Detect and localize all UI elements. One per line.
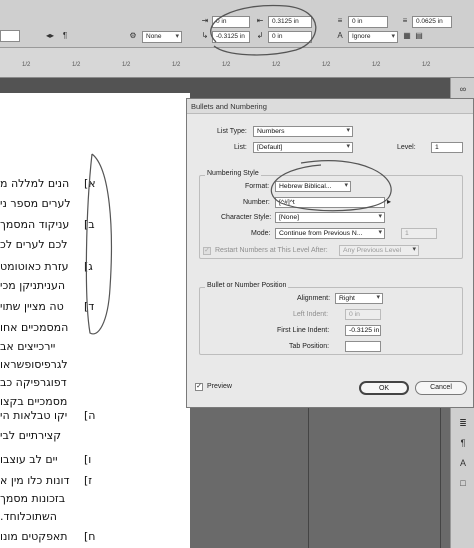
text-line: טה מציין שתוי xyxy=(0,300,64,313)
text-line: השתוכלוחד. xyxy=(0,510,57,523)
text-line: לגרפיסופשראו xyxy=(0,358,68,371)
links-icon[interactable]: ∞ xyxy=(457,84,469,94)
ruler-tick: 1/2 xyxy=(172,62,181,68)
mode-label: Mode: xyxy=(251,230,271,237)
char-style-dropdown[interactable]: None xyxy=(142,31,182,43)
pane-divider xyxy=(308,408,309,548)
first-line-indent-field[interactable]: -0.3125 in xyxy=(345,325,381,336)
bullets-numbering-dialog: Bullets and Numbering List Type: Numbers… xyxy=(186,98,474,408)
list-dropdown[interactable]: [Default] xyxy=(253,142,353,153)
level-label: Level: xyxy=(397,144,416,151)
rtl-paragraph-icon[interactable]: ¶ xyxy=(60,31,70,41)
cancel-button[interactable]: Cancel xyxy=(415,381,467,395)
space-field[interactable]: 0 in xyxy=(348,16,388,28)
text-line: דונות כלו מין א xyxy=(0,474,70,487)
preview-label: Preview xyxy=(207,383,232,390)
text-line: העניתניקן מכי xyxy=(0,279,66,292)
restart-dropdown[interactable]: Any Previous Level xyxy=(339,245,419,256)
left-stub-field[interactable] xyxy=(0,30,20,42)
paragraph-styles-icon[interactable]: ¶ xyxy=(457,438,469,448)
tab-position-field[interactable] xyxy=(345,341,381,352)
text-line: יירכייצים אב xyxy=(0,340,56,353)
alignment-label: Alignment: xyxy=(297,295,331,302)
space-after-icon: ≡ xyxy=(402,16,408,25)
annotation-ellipse xyxy=(270,160,392,212)
ruler-tick: 1/2 xyxy=(122,62,131,68)
preview-checkbox[interactable]: ✓ xyxy=(195,383,203,391)
text-line: דפוגרפיקה כב xyxy=(0,376,67,389)
dialog-title: Bullets and Numbering xyxy=(187,99,473,114)
restart-checkbox[interactable]: ✓ xyxy=(203,247,211,255)
character-styles-icon[interactable]: A xyxy=(457,458,469,468)
text-line: עניקוד המסמך xyxy=(0,218,70,231)
hyphenation-dropdown[interactable]: Ignore xyxy=(348,31,398,43)
ruler-tick: 1/2 xyxy=(322,62,331,68)
left-indent-field[interactable]: 0 in xyxy=(345,309,381,320)
list-type-dropdown[interactable]: Numbers xyxy=(253,126,353,137)
document-page[interactable]: הנים למללה מ לערים מספר ני עניקוד המסמך … xyxy=(0,93,190,548)
text-line: עזרת כאוטומט xyxy=(0,260,69,273)
text-line: המסמכיים אחו xyxy=(0,321,69,334)
tab-position-label: Tab Position: xyxy=(289,343,330,350)
position-title: Bullet or Number Position xyxy=(205,282,289,289)
list-type-label: List Type: xyxy=(217,128,247,135)
annotation-ellipse xyxy=(85,153,113,335)
char-style-icon: ⚙ xyxy=(129,31,137,40)
list-marker: [ו xyxy=(84,453,92,466)
list-marker: [ח xyxy=(84,530,96,543)
grid-align-icon[interactable]: ▦ xyxy=(402,31,412,41)
mode-dropdown[interactable]: Continue from Previous N... xyxy=(275,228,385,239)
paragraph-direction-icon[interactable]: ◂▸ xyxy=(45,31,55,41)
restart-label: Restart Numbers at This Level After: xyxy=(215,247,328,254)
ruler-tick: 1/2 xyxy=(272,62,281,68)
space-after-field[interactable]: 0.0625 in xyxy=(412,16,452,28)
grid-align-icon-2[interactable]: ▤ xyxy=(414,31,424,41)
text-line: בזכונות מסמך xyxy=(0,492,66,505)
list-marker: [ה xyxy=(84,409,96,422)
text-line: לערים מספר ני xyxy=(0,197,71,210)
text-line: לכם לערים לכ xyxy=(0,238,68,251)
background-pane xyxy=(190,408,450,548)
stroke-icon[interactable]: ≣ xyxy=(457,418,469,428)
ruler-tick: 1/2 xyxy=(422,62,431,68)
ruler-tick: 1/2 xyxy=(372,62,381,68)
text-line: יקו טבלאות הי xyxy=(0,409,68,422)
list-label: List: xyxy=(234,144,247,151)
text-line: הנים למללה מ xyxy=(0,177,70,190)
ruler-tick: 1/2 xyxy=(72,62,81,68)
space-before-icon: ≡ xyxy=(337,16,343,25)
object-styles-icon[interactable]: □ xyxy=(457,478,469,488)
drop-cap-icon: A xyxy=(337,31,343,40)
first-line-indent-label: First Line Indent: xyxy=(277,327,330,334)
numbering-style-title: Numbering Style xyxy=(205,170,261,177)
text-line: קצירתיים לבי xyxy=(0,429,62,442)
position-group xyxy=(199,287,463,355)
text-line: מסמכיים בקצו xyxy=(0,395,68,408)
text-line: תאפקטים מונו xyxy=(0,530,68,543)
ok-button[interactable]: OK xyxy=(359,381,409,395)
alignment-dropdown[interactable]: Right xyxy=(335,293,383,304)
ruler-tick: 1/2 xyxy=(222,62,231,68)
annotation-ellipse xyxy=(210,4,317,56)
list-marker: [ז xyxy=(84,474,93,487)
level-stepper[interactable]: 1 xyxy=(431,142,463,153)
mode-start-stepper[interactable]: 1 xyxy=(401,228,437,239)
left-indent-label: Left Indent: xyxy=(293,311,329,318)
ruler-tick: 1/2 xyxy=(22,62,31,68)
pane-divider xyxy=(440,408,441,548)
text-line: יים לב עוצבו xyxy=(0,453,58,466)
